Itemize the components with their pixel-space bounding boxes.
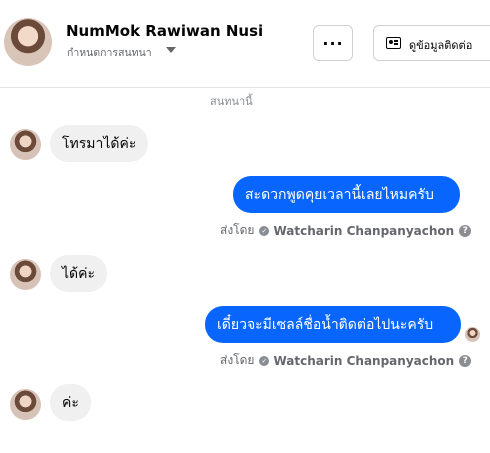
sent-by-label: ส่งโดย xyxy=(220,223,255,237)
help-circle-icon[interactable]: ? xyxy=(459,224,472,237)
sender-name: Watcharin Chanpanyachon xyxy=(273,223,455,238)
seen-receipt-avatar xyxy=(465,327,480,342)
sent-by-label: ส่งโดย xyxy=(220,353,255,367)
conversation-subtitle[interactable]: กำหนดการสนทนา xyxy=(67,44,152,61)
message-bubble-incoming[interactable]: ได้ค่ะ xyxy=(50,255,108,292)
contact-name[interactable]: NumMok Rawiwan Nusi xyxy=(66,22,263,40)
message-bubble-outgoing[interactable]: สะดวกพูดคุยเวลานี้เลยไหมครับ xyxy=(233,176,460,213)
verified-check-icon: ✓ xyxy=(259,225,270,236)
message-bubble-incoming[interactable]: ค่ะ xyxy=(50,384,91,421)
more-options-button[interactable]: ··· xyxy=(313,25,353,61)
message-bubble-incoming[interactable]: โทรมาได้ค่ะ xyxy=(50,125,149,162)
view-contact-button[interactable]: ดูข้อมูลติดต่อ xyxy=(373,25,490,61)
chevron-down-icon[interactable] xyxy=(166,47,176,53)
view-contact-label: ดูข้อมูลติดต่อ xyxy=(409,39,473,52)
sender-avatar[interactable] xyxy=(10,389,41,420)
conversation-meta-text: สนทนานี้ xyxy=(210,95,253,108)
sent-by-line: ส่งโดย ✓ Watcharin Chanpanyachon ? xyxy=(220,221,472,240)
sender-avatar[interactable] xyxy=(10,129,41,160)
contact-avatar[interactable] xyxy=(4,18,52,66)
sent-by-line: ส่งโดย ✓ Watcharin Chanpanyachon ? xyxy=(220,351,472,370)
sender-avatar[interactable] xyxy=(10,259,41,290)
help-circle-icon[interactable]: ? xyxy=(459,354,472,367)
conversation-header: NumMok Rawiwan Nusi กำหนดการสนทนา ··· ดู… xyxy=(0,0,490,88)
sender-name: Watcharin Chanpanyachon xyxy=(273,353,455,368)
message-bubble-outgoing[interactable]: เดี๋ยวจะมีเซลล์ชื่อน้ำติดต่อไปนะครับ xyxy=(205,306,461,343)
verified-check-icon: ✓ xyxy=(259,355,270,366)
contact-card-icon xyxy=(386,37,401,49)
